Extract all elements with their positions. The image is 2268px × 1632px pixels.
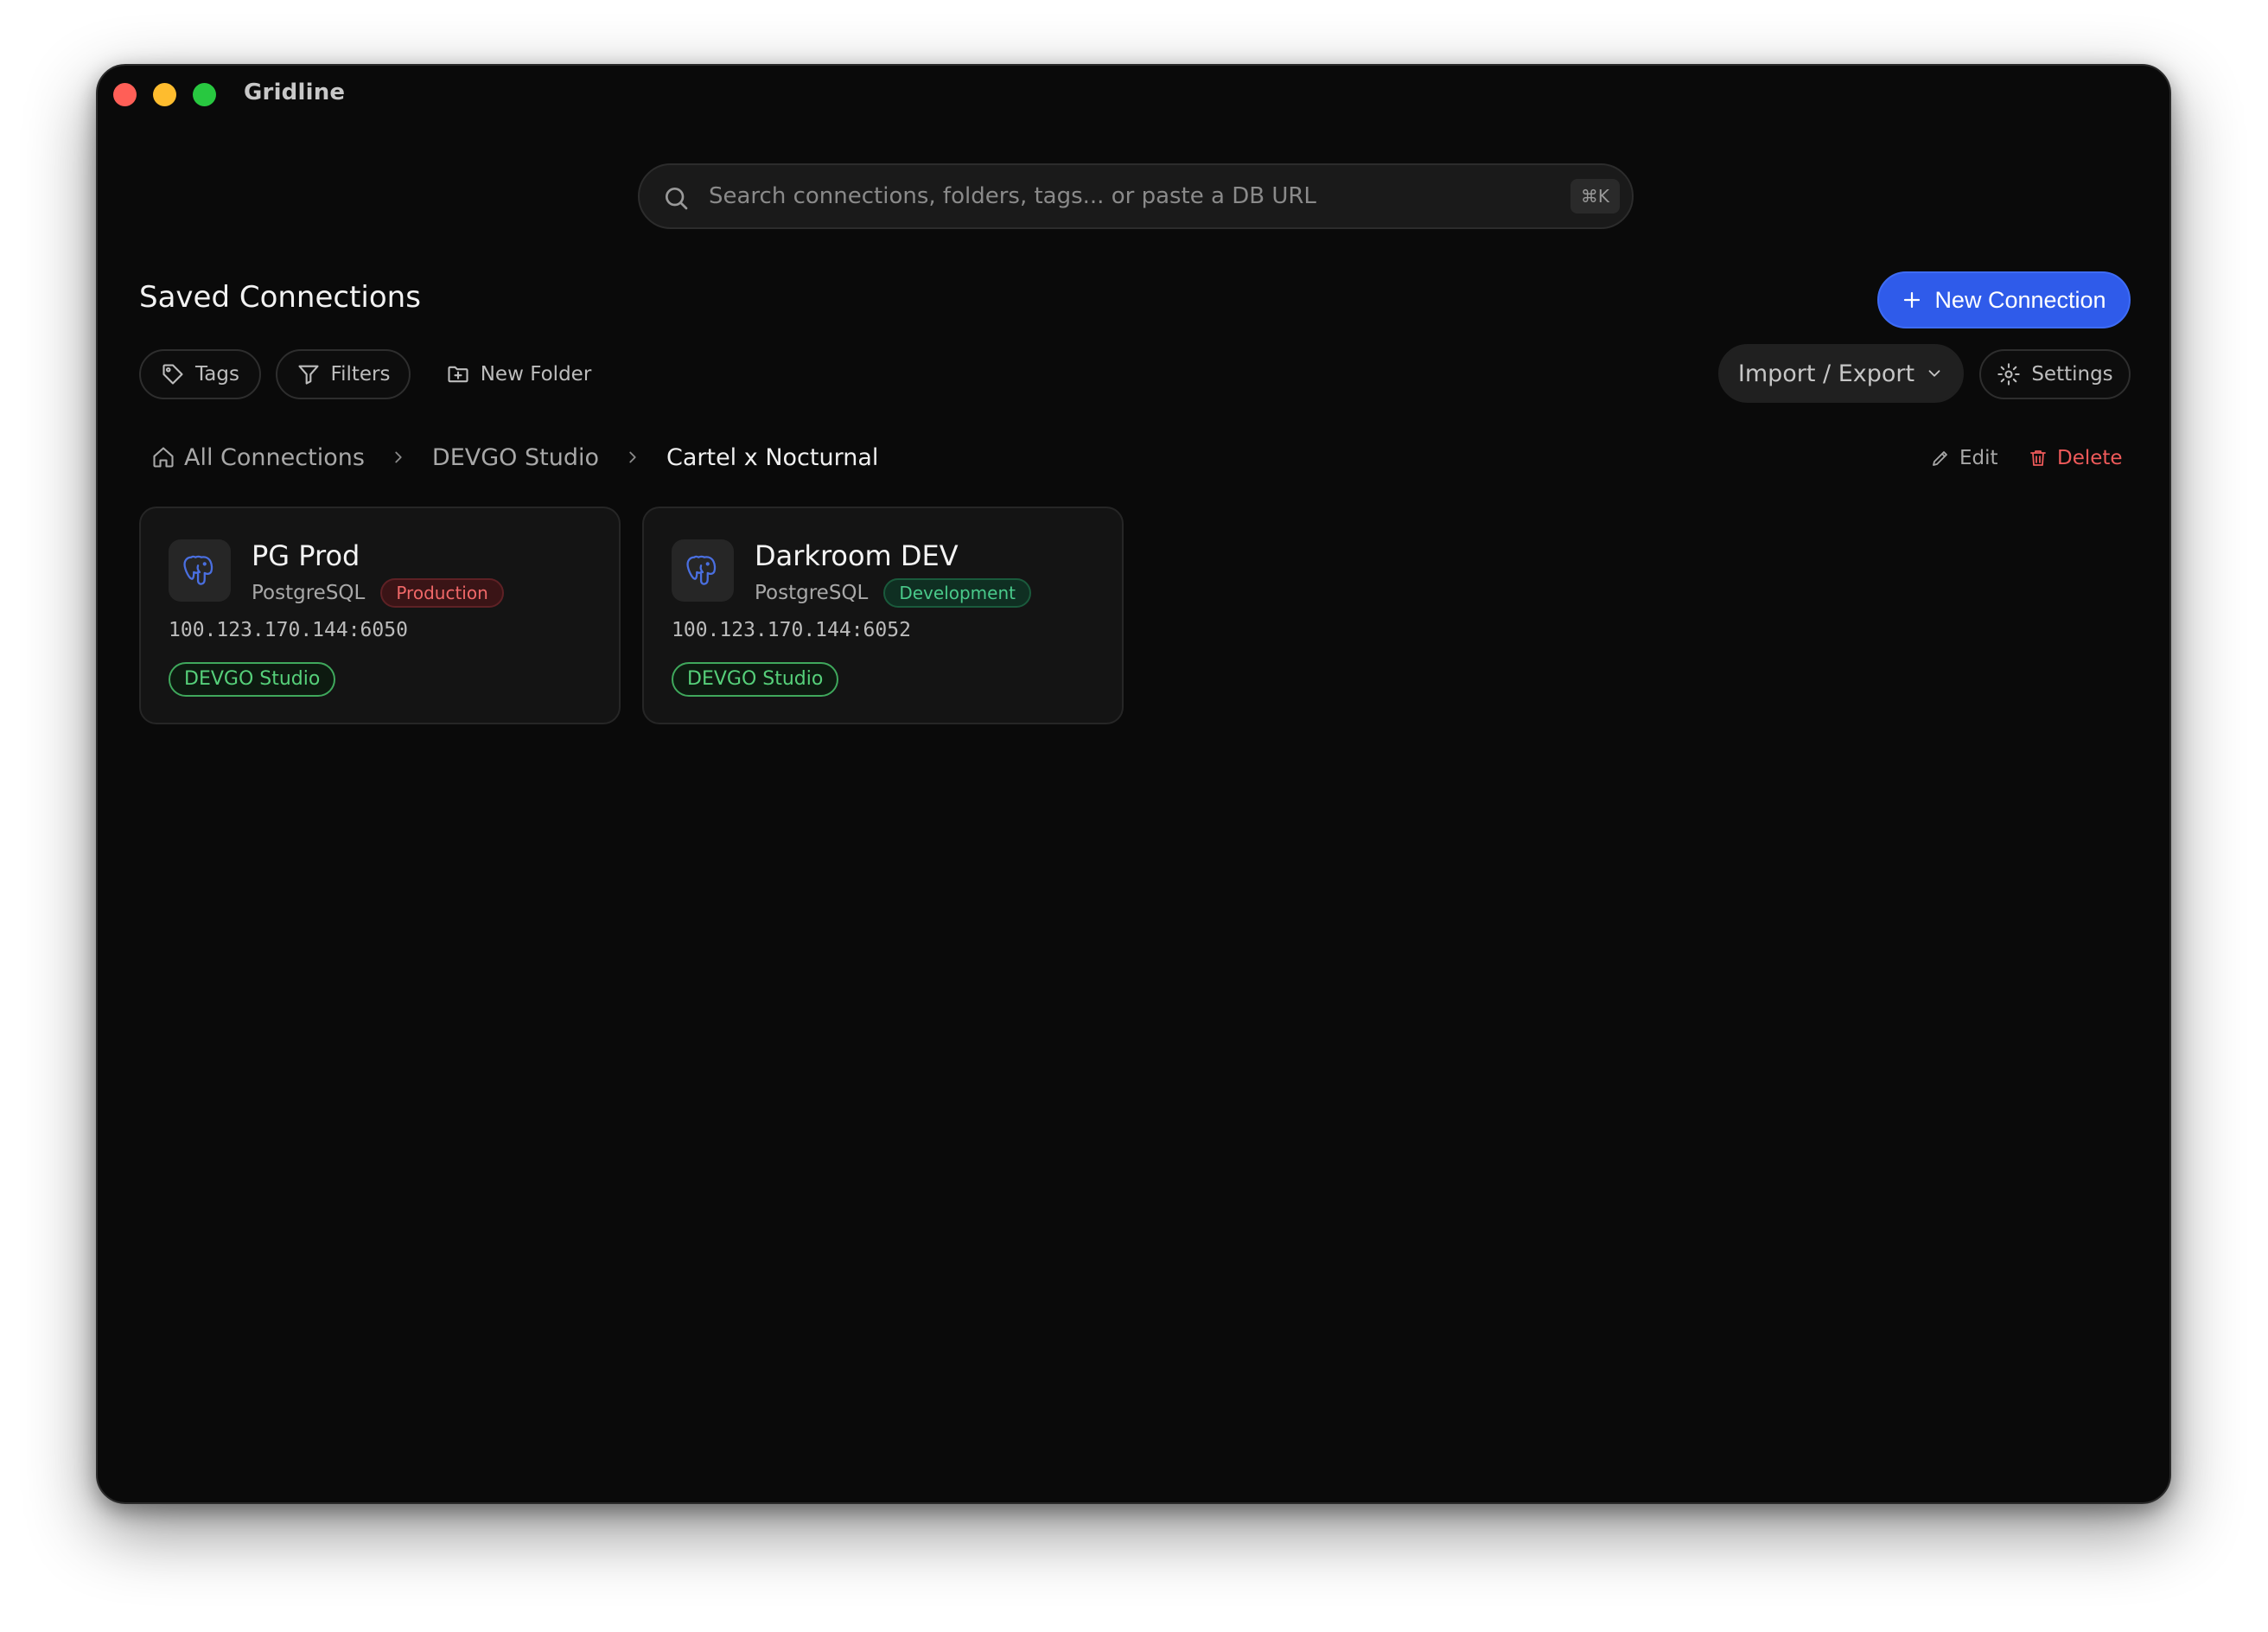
tags-label: Tags: [195, 363, 239, 386]
new-folder-label: New Folder: [480, 363, 592, 386]
new-folder-button[interactable]: New Folder: [428, 349, 609, 399]
search-bar[interactable]: ⌘K: [638, 163, 1634, 229]
folder-tag[interactable]: DEVGO Studio: [169, 662, 336, 697]
minimize-window-button[interactable]: [153, 83, 176, 106]
connection-name: Darkroom DEV: [755, 539, 959, 572]
breadcrumb: All Connections DEVGO Studio Cartel x No…: [151, 436, 878, 479]
connection-engine: PostgreSQL: [252, 582, 366, 604]
search-shortcut-badge: ⌘K: [1570, 179, 1620, 214]
home-icon: [153, 447, 174, 468]
breadcrumb-item-current: Cartel x Nocturnal: [666, 444, 878, 471]
chevron-down-icon: [1928, 370, 1940, 377]
delete-folder-button[interactable]: Delete: [2028, 439, 2123, 477]
chevron-right-icon: [623, 448, 642, 467]
connection-address: 100.123.170.144:6050: [169, 619, 408, 641]
page-title: Saved Connections: [139, 280, 421, 315]
connection-card[interactable]: PG Prod PostgreSQL Production 100.123.17…: [139, 507, 621, 724]
breadcrumb-label: All Connections: [184, 443, 365, 471]
folder-plus-icon: [448, 366, 468, 383]
new-connection-button[interactable]: New Connection: [1877, 271, 2131, 328]
import-export-dropdown[interactable]: Import / Export: [1718, 344, 1964, 403]
connection-meta: PostgreSQL Development: [755, 577, 1031, 609]
settings-label: Settings: [2031, 363, 2113, 386]
filters-button[interactable]: Filters: [276, 349, 411, 399]
maximize-window-button[interactable]: [193, 83, 216, 106]
environment-badge: Production: [380, 578, 504, 608]
gear-icon: [1997, 363, 2021, 386]
delete-label: Delete: [2057, 447, 2123, 469]
connection-address: 100.123.170.144:6052: [672, 619, 911, 641]
connection-card[interactable]: Darkroom DEV PostgreSQL Development 100.…: [642, 507, 1124, 724]
close-window-button[interactable]: [113, 83, 137, 106]
filter-icon: [297, 365, 319, 385]
plus-icon: [1904, 291, 1921, 309]
settings-button[interactable]: Settings: [1979, 349, 2131, 399]
trash-icon: [2030, 450, 2046, 466]
search-input[interactable]: [709, 172, 1539, 220]
edit-folder-button[interactable]: Edit: [1930, 439, 1998, 477]
breadcrumb-item-devgo-studio[interactable]: DEVGO Studio: [432, 444, 599, 471]
folder-tag[interactable]: DEVGO Studio: [672, 662, 839, 697]
connection-engine: PostgreSQL: [755, 582, 869, 604]
tags-button[interactable]: Tags: [139, 349, 261, 399]
pencil-icon: [1933, 451, 1947, 466]
connection-name: PG Prod: [252, 539, 360, 572]
filters-label: Filters: [330, 363, 391, 386]
breadcrumb-label: Cartel x Nocturnal: [666, 443, 879, 471]
edit-label: Edit: [1959, 447, 1998, 469]
tag-icon: [162, 364, 183, 385]
connection-meta: PostgreSQL Production: [252, 577, 504, 609]
app-title: Gridline: [244, 80, 346, 105]
app-window: Gridline ⌘K Saved Connections New Connec…: [96, 64, 2171, 1504]
breadcrumb-item-all-connections[interactable]: All Connections: [151, 444, 365, 471]
new-connection-label: New Connection: [1934, 286, 2106, 313]
import-export-label: Import / Export: [1737, 360, 1915, 387]
breadcrumb-label: DEVGO Studio: [431, 443, 599, 471]
postgresql-elephant-icon: [672, 539, 734, 602]
chevron-right-icon: [389, 448, 408, 467]
postgresql-elephant-icon: [169, 539, 231, 602]
search-icon: [666, 188, 688, 210]
environment-badge: Development: [883, 578, 1031, 608]
